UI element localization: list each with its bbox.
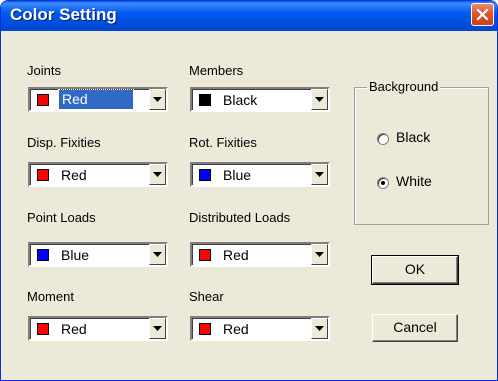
- background-white-radio[interactable]: [377, 177, 389, 189]
- members-color-value: Black: [223, 92, 258, 108]
- background-white-label[interactable]: White: [396, 173, 432, 189]
- rot-fixities-color-select[interactable]: Blue: [190, 162, 330, 187]
- chevron-down-icon: [153, 97, 162, 102]
- color-swatch: [199, 169, 211, 181]
- rot-fixities-label: Rot. Fixities: [189, 135, 257, 150]
- dropdown-button[interactable]: [149, 164, 166, 185]
- distributed-loads-color-select[interactable]: Red: [190, 242, 330, 267]
- joints-label: Joints: [27, 63, 61, 78]
- distributed-loads-label: Distributed Loads: [189, 210, 291, 225]
- moment-color-select[interactable]: Red: [28, 316, 168, 341]
- color-setting-dialog: Color Setting Joints Red Members Black D…: [0, 0, 498, 381]
- chevron-down-icon: [153, 326, 162, 331]
- disp-fixities-color-select[interactable]: Red: [28, 162, 168, 187]
- color-swatch: [199, 323, 211, 335]
- ok-button[interactable]: OK: [371, 255, 459, 285]
- dropdown-button[interactable]: [311, 164, 328, 185]
- radio-selected-dot: [381, 181, 385, 185]
- color-swatch: [199, 249, 211, 261]
- point-loads-label: Point Loads: [27, 210, 96, 225]
- shear-color-select[interactable]: Red: [190, 316, 330, 341]
- color-swatch: [37, 249, 49, 261]
- shear-label: Shear: [189, 289, 224, 304]
- window-title: Color Setting: [10, 5, 117, 24]
- moment-label: Moment: [27, 289, 74, 304]
- dropdown-button[interactable]: [149, 244, 166, 265]
- background-black-label[interactable]: Black: [396, 129, 430, 145]
- color-swatch: [37, 169, 49, 181]
- dropdown-button[interactable]: [311, 318, 328, 339]
- chevron-down-icon: [315, 252, 324, 257]
- members-color-select[interactable]: Black: [190, 87, 330, 112]
- color-swatch: [199, 94, 211, 106]
- dropdown-button[interactable]: [149, 89, 166, 110]
- chevron-down-icon: [153, 252, 162, 257]
- color-swatch: [37, 94, 49, 106]
- point-loads-color-value: Blue: [61, 247, 90, 263]
- rot-fixities-color-value: Blue: [223, 167, 252, 183]
- joints-color-value: Red: [58, 89, 134, 110]
- close-button[interactable]: [471, 3, 494, 26]
- background-black-radio[interactable]: [377, 133, 389, 145]
- disp-fixities-color-value: Red: [61, 167, 87, 183]
- chevron-down-icon: [315, 172, 324, 177]
- disp-fixities-label: Disp. Fixities: [27, 135, 101, 150]
- color-swatch: [37, 323, 49, 335]
- chevron-down-icon: [153, 172, 162, 177]
- dropdown-button[interactable]: [311, 244, 328, 265]
- distributed-loads-color-value: Red: [223, 247, 249, 263]
- cancel-button[interactable]: Cancel: [372, 314, 458, 342]
- joints-color-select[interactable]: Red: [28, 87, 168, 112]
- background-group-label: Background: [367, 79, 441, 94]
- dropdown-button[interactable]: [311, 89, 328, 110]
- title-bar[interactable]: Color Setting: [1, 1, 497, 31]
- background-group: Background Black White: [354, 79, 489, 225]
- chevron-down-icon: [315, 326, 324, 331]
- close-icon: [476, 8, 489, 21]
- members-label: Members: [189, 63, 244, 78]
- moment-color-value: Red: [61, 321, 87, 337]
- dropdown-button[interactable]: [149, 318, 166, 339]
- chevron-down-icon: [315, 97, 324, 102]
- dialog-body: Joints Red Members Black Disp. Fixities …: [4, 31, 494, 377]
- point-loads-color-select[interactable]: Blue: [28, 242, 168, 267]
- shear-color-value: Red: [223, 321, 249, 337]
